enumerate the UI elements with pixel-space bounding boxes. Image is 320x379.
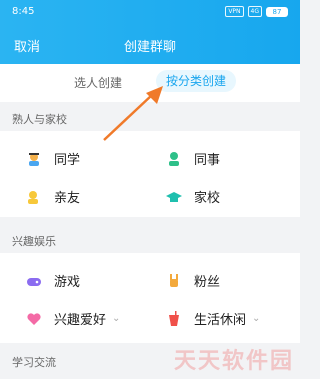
category-label: 同学 [54, 153, 81, 168]
family-icon [28, 190, 38, 204]
battery-icon: 87 [266, 6, 288, 17]
cancel-button[interactable]: 取消 [14, 36, 40, 55]
tab-by-category[interactable]: 按分类创建 [156, 70, 236, 92]
category-fans[interactable]: 粉丝 [166, 271, 220, 290]
vpn-icon: VPN [225, 6, 244, 17]
category-classmates[interactable]: 同学 [26, 149, 80, 168]
category-label: 亲友 [54, 191, 81, 206]
category-home-school[interactable]: 家校 [166, 187, 220, 206]
category-label: 生活休闲 [194, 313, 247, 328]
network-icon: 4G [247, 6, 262, 17]
section-title: 学习交流 [12, 356, 56, 369]
category-label: 兴趣爱好 [54, 313, 107, 328]
section-card: 同学 同事 亲友 家校 [0, 131, 300, 217]
drink-icon [169, 310, 179, 326]
heart-icon [27, 312, 41, 325]
section-title: 熟人与家校 [12, 113, 67, 126]
rock-hand-icon [170, 273, 178, 287]
category-label: 同事 [194, 153, 221, 168]
tab-bar: 选人创建 按分类创建 [0, 64, 300, 102]
watermark: 天天软件园 [173, 349, 294, 374]
category-label: 游戏 [54, 275, 81, 290]
tab-select-people[interactable]: 选人创建 [74, 74, 122, 91]
mortarboard-icon [166, 191, 182, 202]
chevron-down-icon: ⌄ [252, 313, 261, 324]
header: 8:45 VPN 4G 87 创建群聊 取消 [0, 0, 300, 64]
chevron-down-icon: ⌄ [112, 313, 121, 324]
category-games[interactable]: 游戏 [26, 271, 80, 290]
category-leisure[interactable]: 生活休闲 ⌄ [166, 309, 260, 328]
gamepad-icon [27, 277, 41, 286]
category-colleagues[interactable]: 同事 [166, 149, 220, 168]
section-title: 兴趣娱乐 [12, 235, 56, 248]
category-family[interactable]: 亲友 [26, 187, 80, 206]
section-card: 游戏 粉丝 兴趣爱好 ⌄ 生活休闲 ⌄ [0, 253, 300, 343]
page-title: 创建群聊 [123, 40, 176, 55]
status-bar: 8:45 VPN 4G 87 [12, 6, 288, 20]
category-label: 家校 [194, 191, 221, 206]
graduate-icon [29, 152, 39, 166]
category-hobbies[interactable]: 兴趣爱好 ⌄ [26, 309, 120, 328]
colleague-icon [169, 151, 179, 166]
status-time: 8:45 [12, 6, 35, 17]
category-label: 粉丝 [194, 275, 221, 290]
